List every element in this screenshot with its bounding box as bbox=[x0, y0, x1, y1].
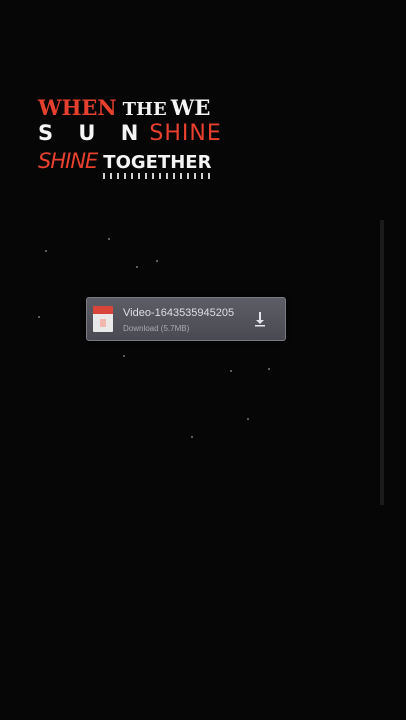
lyric-word-shine: SHINE bbox=[149, 121, 222, 146]
particle-dot bbox=[136, 266, 138, 268]
download-status: Download (5.7MB) bbox=[123, 324, 190, 333]
lyric-line-1: WHEN THE WE bbox=[38, 95, 210, 120]
particle-dot bbox=[156, 260, 158, 262]
video-frame: WHEN THE WE S U NSHINE SHINE TOGETHER Video… bbox=[0, 0, 406, 720]
lyric-word-we: WE bbox=[170, 95, 211, 120]
particle-dot bbox=[108, 238, 110, 240]
file-name: Video-1643535945205 bbox=[123, 307, 235, 319]
particle-dot bbox=[45, 250, 47, 252]
lyric-word-together: TOGETHER bbox=[103, 152, 212, 179]
particle-dot bbox=[268, 368, 270, 370]
download-notification[interactable]: Video-1643535945205 Download (5.7MB) bbox=[86, 297, 286, 341]
particle-dot bbox=[230, 370, 232, 372]
lyric-word-sun: S U N bbox=[38, 121, 148, 145]
lyric-word-the: THE bbox=[122, 99, 167, 120]
particle-dot bbox=[123, 355, 125, 357]
lyric-line-2: S U NSHINE bbox=[38, 121, 222, 146]
particle-dot bbox=[247, 418, 249, 420]
particle-dot bbox=[38, 316, 40, 318]
download-arrow-icon[interactable] bbox=[253, 311, 267, 327]
edge-shadow bbox=[380, 220, 384, 505]
lyric-word-shine-italic: SHINE bbox=[38, 149, 98, 173]
lyric-line-3: SHINE TOGETHER bbox=[38, 149, 212, 179]
lyric-word-when: WHEN bbox=[38, 95, 117, 120]
video-file-icon bbox=[93, 306, 113, 332]
particle-dot bbox=[191, 436, 193, 438]
